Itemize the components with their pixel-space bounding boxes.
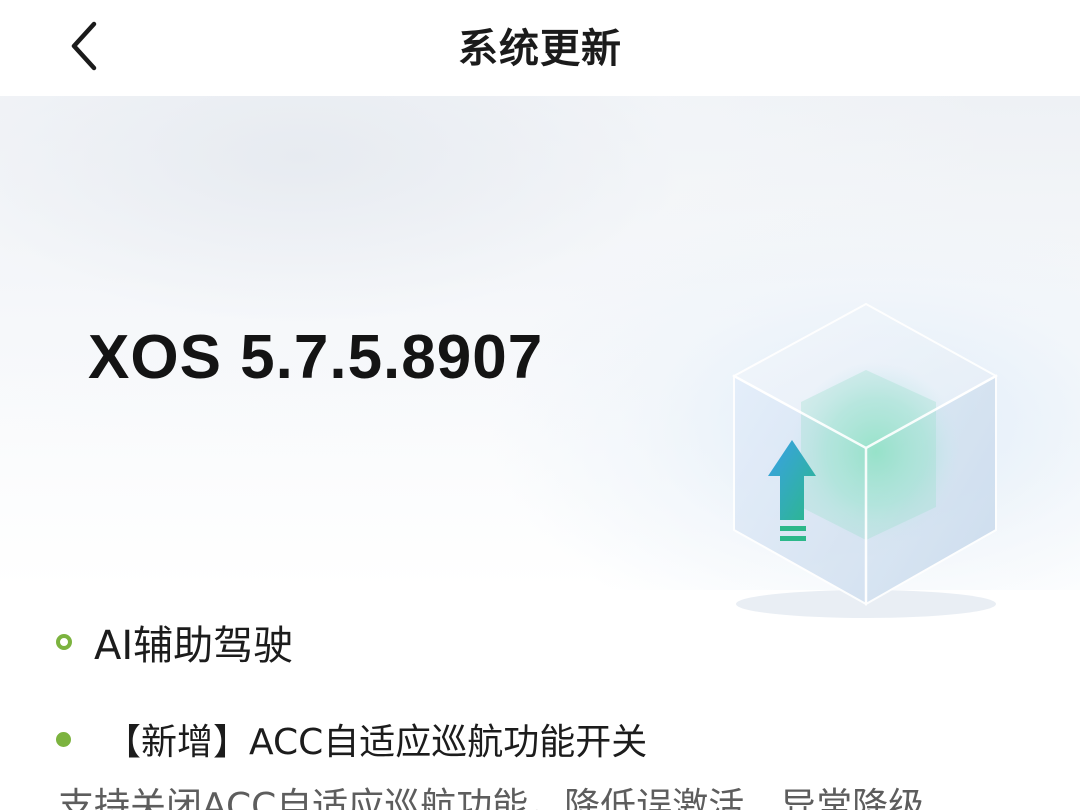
section-title: AI辅助驾驶: [94, 623, 294, 669]
update-cube-icon: [731, 302, 999, 618]
ring-bullet-icon: [56, 634, 72, 650]
system-update-page: 系统更新 XOS 5.7.5.8907 AI辅助驾驶 【新增】ACC自适应巡航功…: [0, 0, 1080, 810]
hero-banner: XOS 5.7.5.8907: [0, 96, 1080, 618]
release-item-title: 【新增】ACC自适应巡航功能开关: [105, 722, 648, 763]
release-section-header: AI辅助驾驶: [56, 614, 293, 670]
top-nav-bar: 系统更新: [0, 0, 1080, 96]
page-title: 系统更新: [458, 26, 622, 72]
release-item-description: 支持关闭ACC自适应巡航功能，降低误激活、异常降级: [58, 786, 925, 810]
dot-bullet-icon: [56, 731, 71, 747]
release-item: 【新增】ACC自适应巡航功能开关: [56, 712, 647, 766]
version-number: XOS 5.7.5.8907: [88, 323, 544, 392]
